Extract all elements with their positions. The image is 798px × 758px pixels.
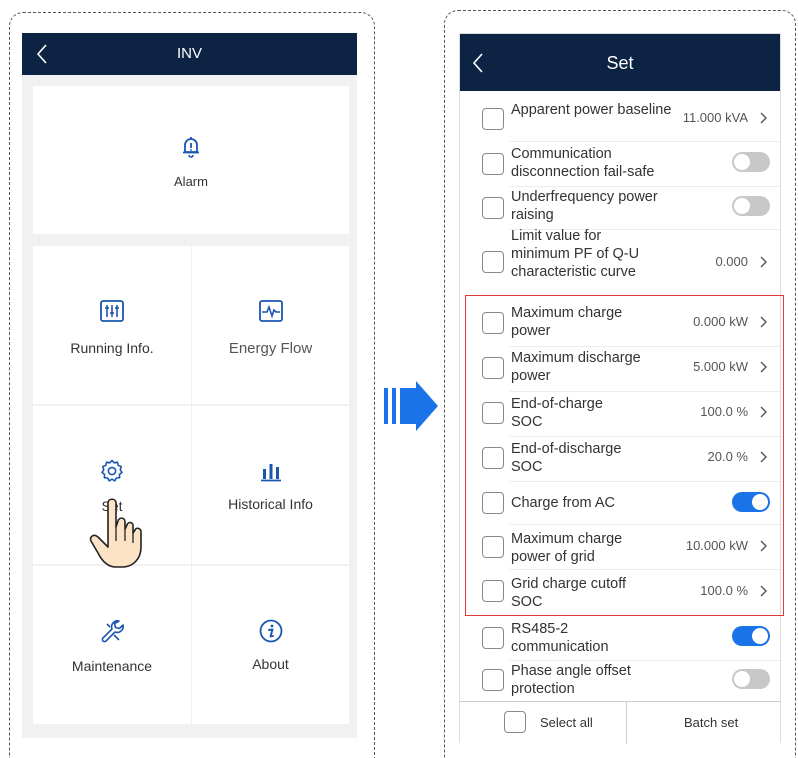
sliders-icon [100, 300, 124, 322]
toggle-switch[interactable] [732, 196, 770, 216]
alarm-tile[interactable]: Alarm [33, 86, 349, 234]
pointing-hand-icon [89, 498, 142, 568]
alarm-label: Alarm [174, 174, 208, 189]
select-all-label[interactable]: Select all [540, 715, 593, 730]
row-checkbox[interactable] [482, 153, 504, 175]
chevron-right-icon[interactable] [758, 255, 768, 269]
chevron-right-icon[interactable] [758, 111, 768, 125]
about-label: About [252, 656, 289, 672]
toggle-knob [734, 154, 750, 170]
page-title: Set [606, 53, 634, 73]
row-checkbox[interactable] [482, 108, 504, 130]
toggle-switch[interactable] [732, 152, 770, 172]
setting-row-limit-value-min-pf[interactable]: Limit value for minimum PF of Q-U charac… [460, 228, 780, 296]
row-label: RS485-2 communication [511, 621, 609, 655]
maintenance-label: Maintenance [71, 658, 153, 674]
toggle-switch[interactable] [732, 669, 770, 689]
maintenance-tile[interactable]: Maintenance [33, 566, 191, 724]
batch-set-button[interactable]: Batch set [684, 715, 738, 730]
bottom-action-bar: Select all Batch set [460, 701, 780, 744]
row-value: 11.000 kVA [682, 110, 748, 125]
row-checkbox[interactable] [482, 251, 504, 273]
row-checkbox[interactable] [482, 669, 504, 691]
wrench-icon [101, 620, 124, 643]
setting-row-apparent-power-baseline[interactable]: Apparent power baseline 11.000 kVA [460, 98, 780, 140]
waveform-icon [258, 300, 283, 322]
page-title: INV [176, 45, 202, 62]
running-info-label: Running Info. [70, 340, 154, 356]
row-label: Limit value for minimum PF of Q-U charac… [511, 228, 640, 280]
energy-flow-tile[interactable]: Energy Flow [192, 246, 349, 404]
row-checkbox[interactable] [482, 627, 504, 649]
row-checkbox[interactable] [482, 197, 504, 219]
select-all-checkbox[interactable] [504, 711, 526, 733]
toggle-knob [752, 628, 768, 644]
energy-flow-label: Energy Flow [228, 340, 313, 357]
footer-divider [626, 702, 627, 744]
row-label: Underfrequency power raising [511, 189, 658, 223]
toggle-knob [734, 198, 750, 214]
header-bar: Set [460, 34, 780, 91]
toggle-knob [734, 671, 750, 687]
setting-row-rs485-2-communication[interactable]: RS485-2 communication [460, 618, 780, 660]
historical-info-label: Historical Info [228, 496, 313, 512]
row-value: 0.000 [715, 254, 748, 269]
gear-icon [101, 459, 123, 482]
battery-settings-highlight [465, 295, 784, 616]
row-label: Communication disconnection fail-safe [511, 146, 655, 180]
right-arrow-icon [384, 381, 438, 431]
setting-row-communication-disconnection-fail-safe[interactable]: Communication disconnection fail-safe [460, 142, 780, 186]
bell-icon [183, 137, 199, 158]
historical-info-tile[interactable]: Historical Info [192, 406, 349, 564]
toggle-switch[interactable] [732, 626, 770, 646]
setting-row-underfrequency-power-raising[interactable]: Underfrequency power raising [460, 186, 780, 229]
header-bar: INV [22, 33, 357, 75]
setting-row-phase-angle-offset-protection[interactable]: Phase angle offset protection [460, 661, 780, 701]
bar-chart-icon [260, 464, 281, 482]
row-label: Apparent power baseline [511, 102, 672, 118]
about-tile[interactable]: About [192, 566, 349, 724]
inverter-menu-screen: INV Alarm Running Info. Energy Flow Hist… [22, 33, 357, 738]
running-info-tile[interactable]: Running Info. [33, 246, 191, 404]
info-icon [259, 619, 282, 643]
row-label: Phase angle offset protection [511, 663, 631, 697]
